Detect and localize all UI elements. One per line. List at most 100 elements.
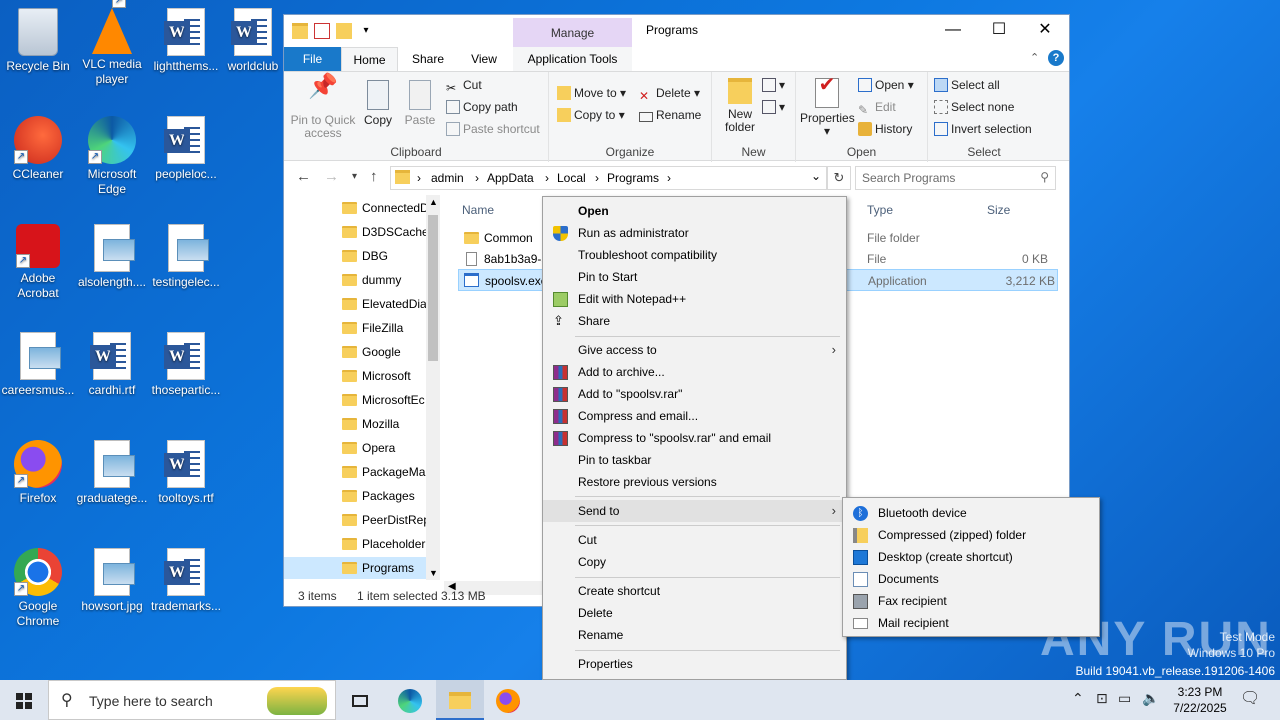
tab-home[interactable]: Home — [341, 47, 398, 71]
desktop-icon-lightthems[interactable]: lightthems... — [148, 8, 224, 74]
nav-item-folder[interactable]: dummy — [340, 269, 426, 291]
tab-view[interactable]: View — [456, 47, 512, 71]
desktop-icon-howsort[interactable]: howsort.jpg — [74, 548, 150, 614]
forward-arrow-icon[interactable]: → — [324, 168, 339, 185]
send-to-zip-folder[interactable]: Compressed (zipped) folder — [843, 524, 1099, 546]
select-none-button[interactable]: Select none — [934, 100, 1014, 114]
menu-item-add-to-archive[interactable]: Add to archive... — [543, 361, 846, 383]
send-to-fax[interactable]: Fax recipient — [843, 590, 1099, 612]
menu-item-copy[interactable]: Copy — [543, 551, 846, 573]
send-to-mail[interactable]: Mail recipient — [843, 612, 1099, 634]
menu-item-run-as-admin[interactable]: Run as administrator — [543, 222, 846, 244]
desktop-icon-thosepartic[interactable]: thosepartic... — [148, 332, 224, 398]
nav-pane-scrollbar[interactable]: ▲ ▼ — [426, 195, 440, 580]
nav-item-folder[interactable]: Packages — [340, 485, 426, 507]
send-to-documents[interactable]: Documents — [843, 568, 1099, 590]
invert-selection-button[interactable]: Invert selection — [934, 122, 1032, 136]
tab-file[interactable]: File — [284, 47, 341, 71]
menu-item-add-to-rar[interactable]: Add to "spoolsv.rar" — [543, 383, 846, 405]
desktop-icon-trademarks[interactable]: trademarks... — [148, 548, 224, 614]
search-input[interactable]: Search Programs ⚲ — [855, 166, 1056, 190]
move-to-button[interactable]: Move to ▾ — [557, 86, 626, 100]
nav-item-folder[interactable]: Microsoft — [340, 365, 426, 387]
column-header-size[interactable]: Size — [987, 203, 1010, 217]
menu-item-create-shortcut[interactable]: Create shortcut — [543, 580, 846, 602]
menu-item-delete[interactable]: Delete — [543, 602, 846, 624]
desktop-icon-cardhi[interactable]: cardhi.rtf — [74, 332, 150, 398]
tab-application-tools[interactable]: Application Tools — [513, 47, 632, 71]
desktop-icon-google-chrome[interactable]: Google Chrome — [0, 548, 76, 629]
scrollbar-thumb[interactable] — [428, 215, 438, 361]
nav-item-folder[interactable]: FileZilla — [340, 317, 426, 339]
paste-button[interactable]: Paste — [402, 80, 438, 127]
help-icon[interactable]: ? — [1048, 50, 1064, 66]
recent-locations-icon[interactable]: ▾ — [352, 171, 357, 182]
copy-to-button[interactable]: Copy to ▾ — [557, 108, 625, 122]
menu-item-compress-email[interactable]: Compress and email... — [543, 405, 846, 427]
new-item-button[interactable]: ▾ — [762, 78, 785, 92]
nav-item-folder[interactable]: MicrosoftEc — [340, 389, 426, 411]
breadcrumb-admin[interactable]: admin — [431, 171, 464, 185]
menu-item-give-access[interactable]: Give access to › — [543, 339, 846, 361]
minimize-button[interactable]: — — [930, 15, 976, 45]
menu-item-pin-to-taskbar[interactable]: Pin to taskbar — [543, 449, 846, 471]
desktop-icon-ccleaner[interactable]: CCleaner — [0, 116, 76, 182]
desktop-icon-firefox[interactable]: Firefox — [0, 440, 76, 506]
properties-icon[interactable] — [314, 23, 330, 39]
nav-item-folder[interactable]: PackageMa — [340, 461, 426, 483]
taskbar-firefox-icon[interactable] — [484, 680, 532, 720]
nav-item-folder[interactable]: PeerDistRep — [340, 509, 426, 531]
scroll-up-icon[interactable]: ▲ — [429, 197, 438, 207]
send-to-bluetooth[interactable]: ᛒ Bluetooth device — [843, 502, 1099, 524]
rename-button[interactable]: Rename — [639, 108, 701, 122]
easy-access-button[interactable]: ▾ — [762, 100, 785, 114]
new-folder-icon[interactable] — [336, 23, 352, 39]
cut-button[interactable]: ✂ Cut — [446, 78, 482, 95]
menu-item-open[interactable]: Open — [543, 200, 846, 222]
address-dropdown-icon[interactable]: ⌄ — [811, 169, 821, 183]
nav-item-folder[interactable]: DBG — [340, 245, 426, 267]
refresh-icon[interactable]: ↻ — [827, 166, 851, 190]
nav-item-folder[interactable]: Placeholder — [340, 533, 426, 555]
send-to-desktop[interactable]: Desktop (create shortcut) — [843, 546, 1099, 568]
new-folder-button[interactable]: New folder — [718, 78, 762, 134]
menu-item-rename[interactable]: Rename — [543, 624, 846, 646]
column-header-name[interactable]: Name — [462, 203, 494, 217]
notification-center-icon[interactable]: 🗨 — [1240, 688, 1260, 708]
breadcrumb-appdata[interactable]: AppData — [487, 171, 534, 185]
nav-item-folder[interactable]: D3DSCache — [340, 221, 426, 243]
volume-speaker-icon[interactable]: 🔈 — [1142, 690, 1159, 707]
history-button[interactable]: History — [858, 122, 912, 136]
desktop-icon-testingelec[interactable]: testingelec... — [148, 224, 224, 290]
address-bar[interactable]: › admin › AppData › Local › Programs › ⌄ — [390, 166, 827, 190]
nav-item-folder[interactable]: ElevatedDia — [340, 293, 426, 315]
menu-item-cut[interactable]: Cut — [543, 529, 846, 551]
delete-button[interactable]: ✕ Delete ▾ — [639, 86, 700, 103]
breadcrumb-local[interactable]: Local — [557, 171, 586, 185]
taskbar-search-box[interactable]: ⚲ Type here to search — [48, 680, 336, 720]
open-button[interactable]: Open ▾ — [858, 78, 914, 92]
desktop-icon-vlc[interactable]: VLC media player — [74, 0, 150, 87]
taskbar-file-explorer-icon[interactable] — [436, 680, 484, 720]
nav-item-folder[interactable]: ConnectedD — [340, 197, 426, 219]
taskbar-edge-icon[interactable] — [386, 680, 434, 720]
desktop-icon-alsolength[interactable]: alsolength.... — [74, 224, 150, 290]
chevron-down-icon[interactable]: ▾ — [358, 23, 374, 39]
system-clock[interactable]: 3:23 PM 7/22/2025 — [1160, 684, 1240, 716]
menu-item-send-to[interactable]: Send to › — [543, 500, 846, 522]
paste-shortcut-button[interactable]: Paste shortcut — [446, 122, 540, 136]
pin-to-quick-access-button[interactable]: 📌 Pin to Quick access — [288, 75, 358, 140]
nav-item-programs-selected[interactable]: Programs — [284, 557, 426, 579]
desktop-icon-recycle-bin[interactable]: Recycle Bin — [0, 8, 76, 74]
copy-path-button[interactable]: Copy path — [446, 100, 518, 114]
menu-item-share[interactable]: ⇪ Share — [543, 310, 846, 332]
start-windows-icon[interactable] — [0, 680, 48, 720]
nav-item-folder[interactable]: Opera — [340, 437, 426, 459]
tab-share[interactable]: Share — [400, 47, 456, 71]
desktop-icon-tooltoys[interactable]: tooltoys.rtf — [148, 440, 224, 506]
network-adapter-icon[interactable]: ⊡ — [1096, 690, 1108, 707]
back-arrow-icon[interactable]: ← — [296, 168, 311, 185]
desktop-icon-worldclub[interactable]: worldclub — [218, 8, 288, 74]
select-all-button[interactable]: Select all — [934, 78, 1000, 92]
manage-tab[interactable]: Manage — [513, 18, 632, 48]
